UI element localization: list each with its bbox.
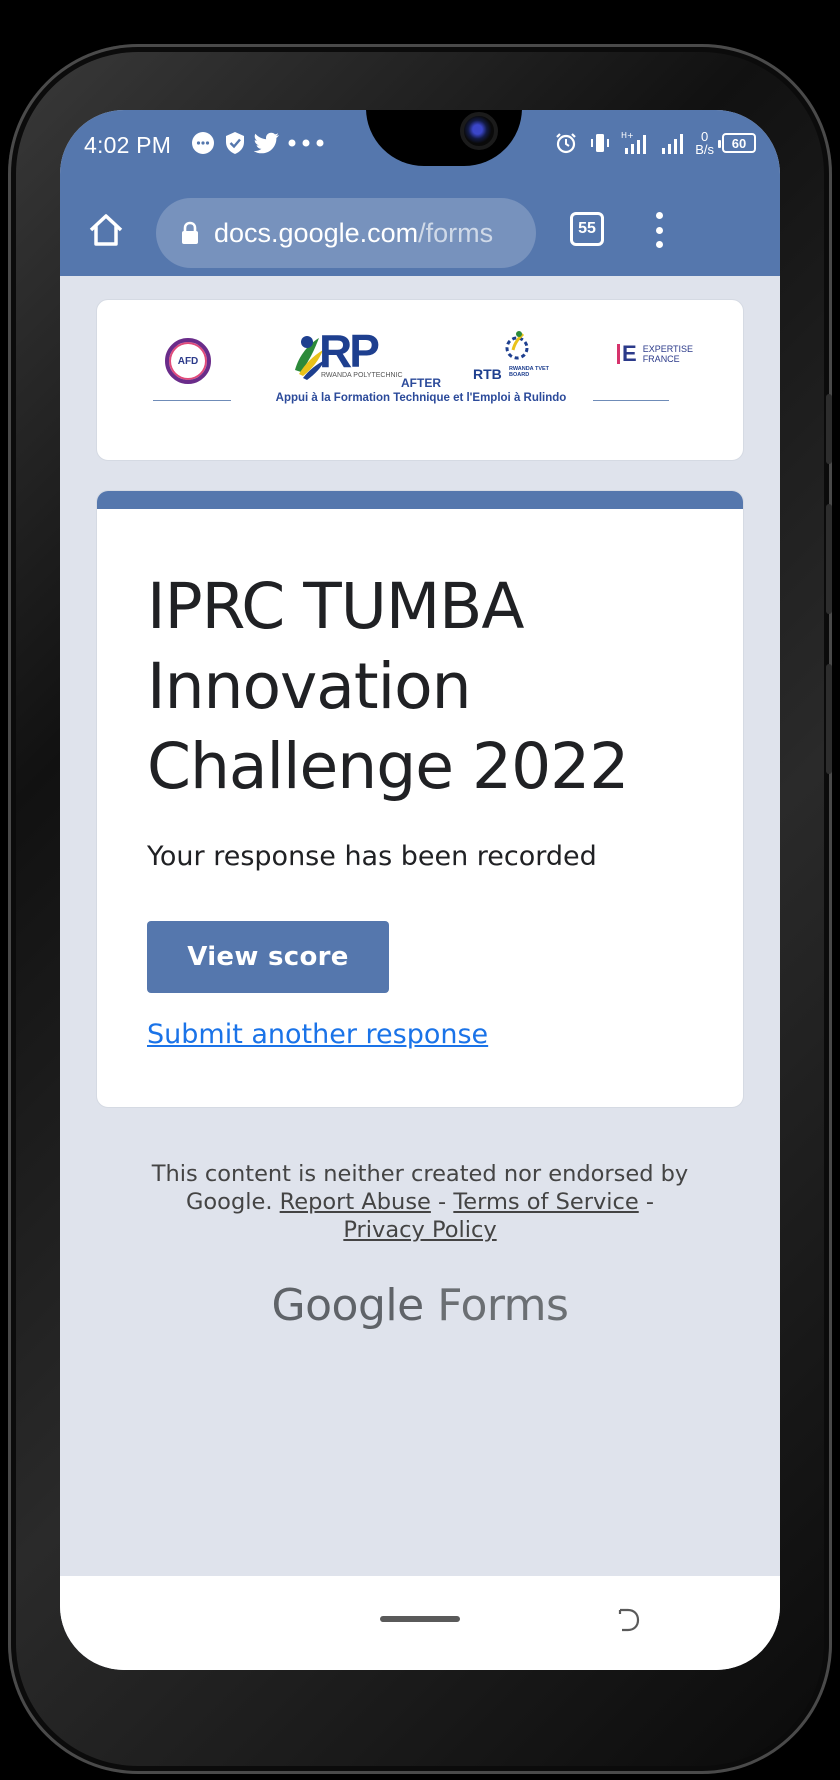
ef-text: EXPERTISE FRANCE	[642, 344, 694, 364]
home-button[interactable]	[82, 206, 130, 254]
tab-switcher-button[interactable]: 55	[570, 212, 604, 246]
card-accent-strip	[97, 491, 743, 509]
report-abuse-link[interactable]: Report Abuse	[280, 1189, 431, 1215]
side-button-upper	[826, 394, 832, 464]
confirmation-message: Your response has been recorded	[147, 841, 597, 872]
back-gesture-icon[interactable]	[614, 1606, 642, 1634]
front-camera	[460, 112, 498, 150]
overflow-menu-button[interactable]	[644, 208, 674, 252]
after-subtitle: Appui à la Formation Technique et l'Empl…	[275, 392, 567, 404]
page-content: AFD RP RWANDA POLYTECHNIC RTB RWANDA TVE…	[60, 276, 780, 1596]
battery-level: 60	[731, 135, 747, 151]
after-title: AFTER	[401, 376, 441, 390]
submit-another-response-link[interactable]: Submit another response	[147, 1019, 488, 1050]
system-icons: H+ 0 B/s 60	[553, 130, 756, 156]
chat-icon	[190, 130, 216, 156]
forms-wordmark: Forms	[437, 1280, 569, 1331]
url-text: docs.google.com/forms	[214, 218, 493, 249]
menu-dot	[655, 241, 663, 248]
separator: -	[438, 1189, 447, 1215]
side-button-middle	[826, 504, 832, 614]
rp-logo-text: RP	[319, 325, 380, 377]
address-bar[interactable]: docs.google.com/forms	[156, 198, 536, 268]
google-forms-logo[interactable]: Google Forms	[60, 1280, 780, 1331]
hplus-signal-icon: H+	[621, 130, 651, 156]
home-icon	[89, 214, 123, 246]
menu-dot	[655, 226, 663, 234]
alarm-icon	[553, 130, 579, 156]
battery-icon: 60	[718, 133, 756, 153]
status-time: 4:02 PM	[84, 132, 172, 158]
confirmation-card: IPRC TUMBA Innovation Challenge 2022 You…	[96, 490, 744, 1108]
twitter-icon	[254, 130, 280, 156]
privacy-policy-link[interactable]: Privacy Policy	[343, 1217, 496, 1243]
system-navigation-bar	[60, 1576, 780, 1670]
form-header-banner: AFD RP RWANDA POLYTECHNIC RTB RWANDA TVE…	[96, 299, 744, 461]
form-title: IPRC TUMBA Innovation Challenge 2022	[147, 570, 629, 803]
url-path: /forms	[418, 217, 494, 248]
ef-mark: E	[617, 343, 637, 365]
google-wordmark: Google	[271, 1280, 425, 1331]
vibrate-icon	[587, 130, 613, 156]
view-score-button[interactable]: View score	[147, 921, 389, 993]
network-speed: 0 B/s	[695, 130, 714, 156]
svg-text:H+: H+	[621, 131, 634, 140]
phone-screen: 4:02 PM H+ 0 B/s 60 docs.google.com/form…	[60, 110, 780, 1670]
network-speed-unit: B/s	[695, 142, 714, 157]
footer-disclaimer: This content is neither created nor endo…	[146, 1160, 694, 1244]
browser-toolbar: docs.google.com/forms 55	[60, 190, 780, 276]
signal-icon	[659, 130, 687, 156]
more-dots-icon	[286, 130, 326, 156]
separator: -	[645, 1189, 655, 1215]
rtb-gear-icon	[505, 331, 529, 360]
notification-icons	[190, 130, 326, 156]
home-gesture-handle[interactable]	[380, 1616, 460, 1622]
shield-icon	[222, 130, 248, 156]
lock-icon	[182, 221, 198, 244]
url-domain: docs.google.com	[214, 217, 419, 248]
side-button-lower	[826, 664, 832, 774]
expertise-france-logo: E EXPERTISE FRANCE	[617, 343, 695, 365]
tab-count: 55	[578, 220, 596, 237]
menu-dot	[655, 212, 663, 219]
terms-of-service-link[interactable]: Terms of Service	[453, 1189, 638, 1215]
afd-logo-text: AFD	[177, 355, 199, 367]
